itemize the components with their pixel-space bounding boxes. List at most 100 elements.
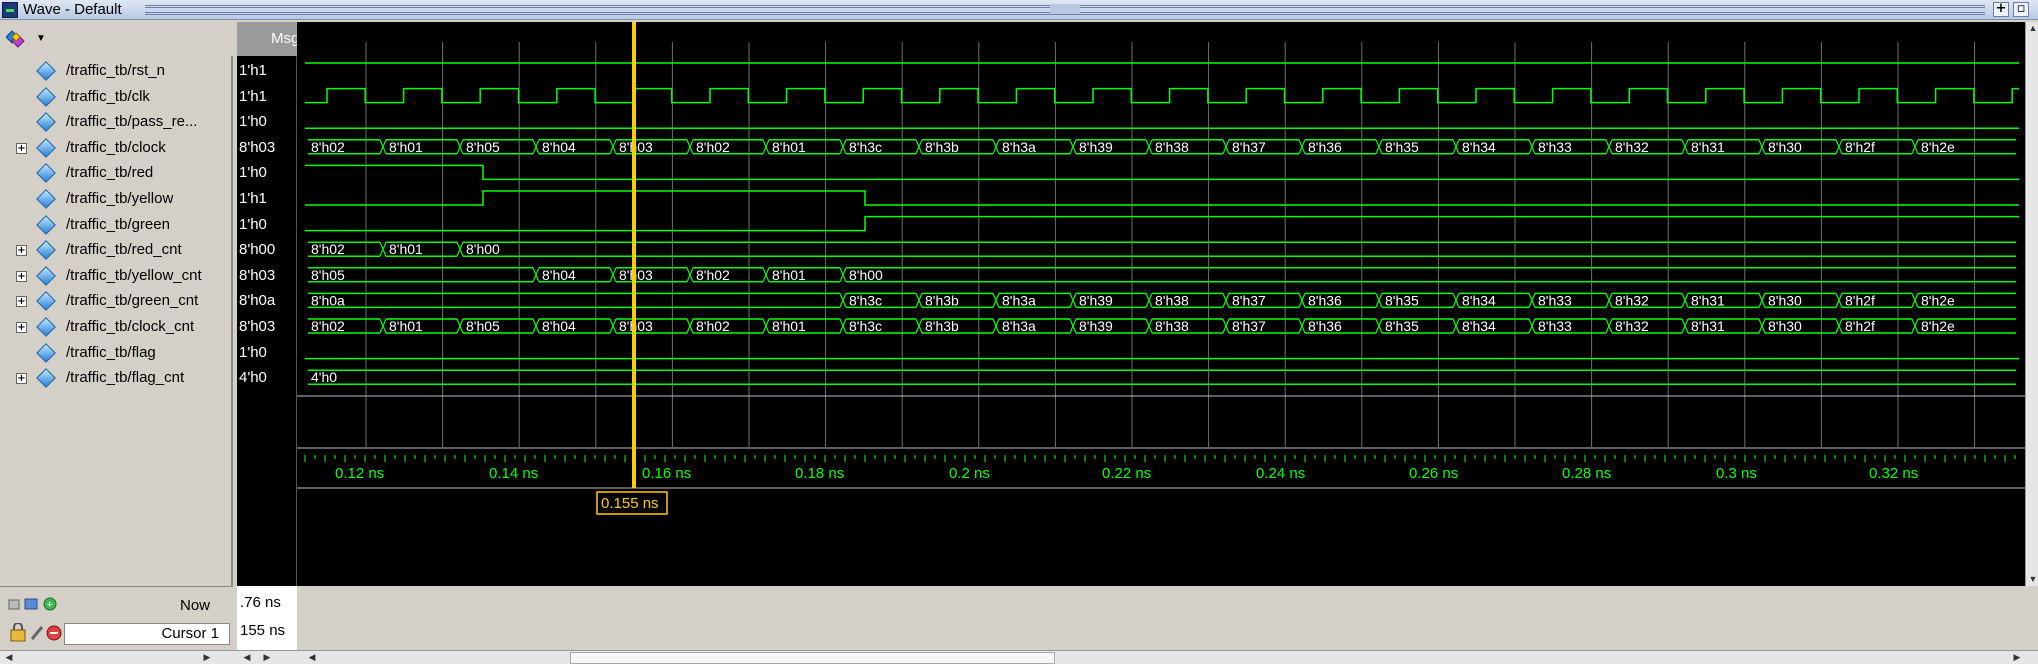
signal-row[interactable]: + /traffic_tb/clock [0,136,233,161]
bus-transition [1911,139,1919,155]
vertical-scrollbar[interactable]: ▲ ▼ [2025,22,2038,586]
signal-row[interactable]: /traffic_tb/red [0,161,233,186]
signal-name: /traffic_tb/rst_n [66,62,165,79]
bus-segment [308,369,2016,385]
signal-row[interactable]: + /traffic_tb/green_cnt [0,289,233,314]
signal-row[interactable]: + /traffic_tb/red_cnt [0,238,233,263]
bus-value-label: 8'h39 [1079,318,1113,334]
svg-text:+: + [47,599,53,611]
signal-value: 8'h00 [239,241,276,259]
drag-handle[interactable] [145,4,1985,15]
scroll-left-icon[interactable]: ◀ [305,651,319,664]
bus-segment [463,241,2016,257]
bus-value-label: 8'h36 [1308,139,1342,155]
plus-expand-icon[interactable]: + [16,142,27,154]
wave-toolbar-icon[interactable] [6,30,26,48]
bus-transition [1452,293,1460,308]
signal-row[interactable]: /traffic_tb/rst_n [0,59,233,84]
bus-transition [762,267,770,283]
bus-transition [1222,318,1230,334]
bus-transition [992,139,1000,155]
bus-value-label: 8'h2f [1845,292,1875,308]
signal-row[interactable]: + /traffic_tb/clock_cnt [0,315,233,340]
bus-value-label: 8'h03 [619,139,653,155]
plus-expand-icon[interactable]: + [16,296,27,308]
bit-waveform [305,215,2019,232]
scroll-thumb[interactable] [570,652,1055,664]
scroll-right-icon[interactable]: ▶ [200,651,214,664]
signal-value: 8'h0a [239,292,276,310]
bus-transition [686,139,694,155]
scroll-right-icon[interactable]: ▶ [2010,651,2024,664]
signal-row[interactable]: /traffic_tb/yellow [0,187,233,212]
bus-value-label: 8'h38 [1155,292,1189,308]
signal-name: /traffic_tb/clock [66,138,166,156]
plus-expand-icon[interactable]: + [16,373,27,385]
chevron-down-icon[interactable]: ▼ [36,33,46,44]
plus-expand-icon[interactable]: + [16,245,27,257]
bus-transition [532,318,540,334]
bus-value-label: 8'h2f [1845,139,1875,155]
bus-transition [839,139,847,155]
scroll-left-icon[interactable]: ◀ [240,651,254,664]
signal-value: 1'h1 [239,190,267,207]
signal-name: /traffic_tb/green [66,215,170,233]
diamond-signal-icon [36,163,56,184]
scroll-left-icon[interactable]: ◀ [2,651,16,664]
axis-tick-label: 0.28 ns [1562,465,1611,482]
zoom-icons[interactable]: + [8,595,62,613]
signal-value: 1'h1 [239,87,267,105]
bit-waveform [305,190,2019,206]
bus-transition [915,293,923,308]
cursor-lock-icons[interactable] [10,623,64,643]
axis-tick-label: 0.3 ns [1716,465,1757,482]
waveform-canvas[interactable]: 8'h02 8'h01 8'h05 8'h04 8'h03 8'h02 8'h01 8'h3c… [297,22,2025,586]
bus-value-label: 8'h30 [1768,318,1802,334]
bus-value-label: 8'h2f [1845,318,1875,334]
bus-transition [686,318,694,334]
bus-value-label: 8'h37 [1232,318,1266,334]
signal-row[interactable]: /traffic_tb/green [0,213,233,238]
undock-icon[interactable]: ▫ [2013,2,2029,17]
bus-transition [1222,139,1230,155]
signal-row[interactable]: /traffic_tb/flag [0,341,233,366]
bus-value-label: 8'h02 [696,318,730,334]
diamond-signal-icon [36,189,56,209]
bus-value-label: 8'h01 [772,139,806,155]
bus-transition [1835,318,1843,334]
scroll-right-icon[interactable]: ▶ [260,651,274,664]
cursor-name-field[interactable]: Cursor 1 [64,623,230,645]
bus-value-label: 8'h32 [1615,318,1649,334]
bus-value-label: 8'h30 [1768,139,1802,155]
signal-row[interactable]: + /traffic_tb/yellow_cnt [0,264,233,289]
bit-waveform [305,164,2019,181]
bus-value-label: 8'h36 [1308,318,1342,334]
app-icon [2,2,18,18]
axis-tick-label: 0.18 ns [795,465,844,482]
diamond-signal-icon [36,112,56,133]
signal-name: /traffic_tb/flag_cnt [66,369,185,387]
bus-value-label: 8'h05 [466,318,500,334]
bus-value-label: 8'h3a [1002,139,1036,155]
signal-value: 1'h0 [239,343,267,361]
signal-row[interactable]: /traffic_tb/pass_re... [0,110,233,135]
bus-segment [846,267,2016,283]
bus-transition [1835,293,1843,308]
scroll-down-icon[interactable]: ▼ [2026,573,2038,586]
bus-value-label: 8'h02 [696,139,730,155]
scroll-up-icon[interactable]: ▲ [2026,22,2038,35]
bus-value-label: 8'h31 [1691,292,1725,308]
plus-expand-icon[interactable]: + [16,322,27,333]
bus-value-label: 8'h3a [1002,318,1036,334]
axis-tick-label: 0.26 ns [1409,465,1458,482]
bus-value-label: 8'h30 [1768,292,1802,308]
signal-name: /traffic_tb/yellow [66,190,174,207]
clk-waveform [305,87,2019,104]
plus-expand-icon[interactable]: + [16,270,27,282]
signal-row[interactable]: /traffic_tb/clk [0,85,233,110]
horizontal-scrollbar[interactable]: ◀ ▶ ◀ ▶ ◀ ▶ [0,650,2038,664]
maximize-icon[interactable]: + [1993,2,2009,17]
signal-value: 1'h0 [239,164,267,182]
bus-transition [532,139,540,155]
signal-row[interactable]: + /traffic_tb/flag_cnt [0,366,233,391]
